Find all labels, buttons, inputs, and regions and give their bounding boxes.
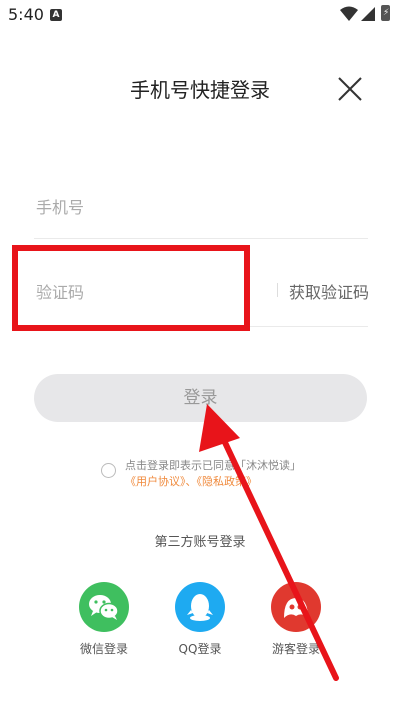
status-bar: 5:40 A ⚡ bbox=[0, 0, 400, 30]
wifi-icon bbox=[340, 6, 358, 21]
phone-underline bbox=[34, 238, 368, 239]
notification-icon: A bbox=[50, 9, 62, 21]
third-party-title: 第三方账号登录 bbox=[154, 535, 246, 550]
wechat-icon[interactable] bbox=[79, 582, 129, 632]
agreement-text: 点击登录即表示已同意「沐沐悦读」 bbox=[125, 459, 301, 472]
highlight-box bbox=[12, 245, 250, 331]
battery-charging-icon: ⚡ bbox=[381, 5, 390, 21]
wechat-login[interactable]: 微信登录 bbox=[64, 582, 144, 657]
user-agreement-link[interactable]: 《用户协议》 bbox=[125, 475, 186, 488]
signal-icon bbox=[361, 7, 375, 21]
guest-icon[interactable] bbox=[271, 582, 321, 632]
guest-login[interactable]: 游客登录 bbox=[256, 582, 336, 657]
phone-input[interactable] bbox=[34, 193, 338, 221]
privacy-policy-link[interactable]: 《隐私政策》 bbox=[197, 475, 258, 488]
get-code-button[interactable]: 获取验证码 bbox=[289, 279, 369, 303]
guest-login-label: 游客登录 bbox=[271, 642, 320, 656]
agreement-radio[interactable] bbox=[101, 463, 116, 478]
status-time: 5:40 bbox=[8, 5, 44, 24]
agreement-separator: 、 bbox=[185, 475, 197, 488]
qq-login-label: QQ登录 bbox=[178, 642, 222, 656]
qq-icon[interactable] bbox=[175, 582, 225, 632]
qq-login[interactable]: QQ登录 bbox=[160, 582, 240, 657]
wechat-login-label: 微信登录 bbox=[79, 642, 128, 656]
close-icon[interactable] bbox=[337, 76, 363, 102]
agreement-links: 《用户协议》、《隐私政策》 bbox=[125, 473, 257, 489]
code-divider bbox=[277, 283, 278, 297]
login-button[interactable]: 登录 bbox=[34, 374, 367, 422]
